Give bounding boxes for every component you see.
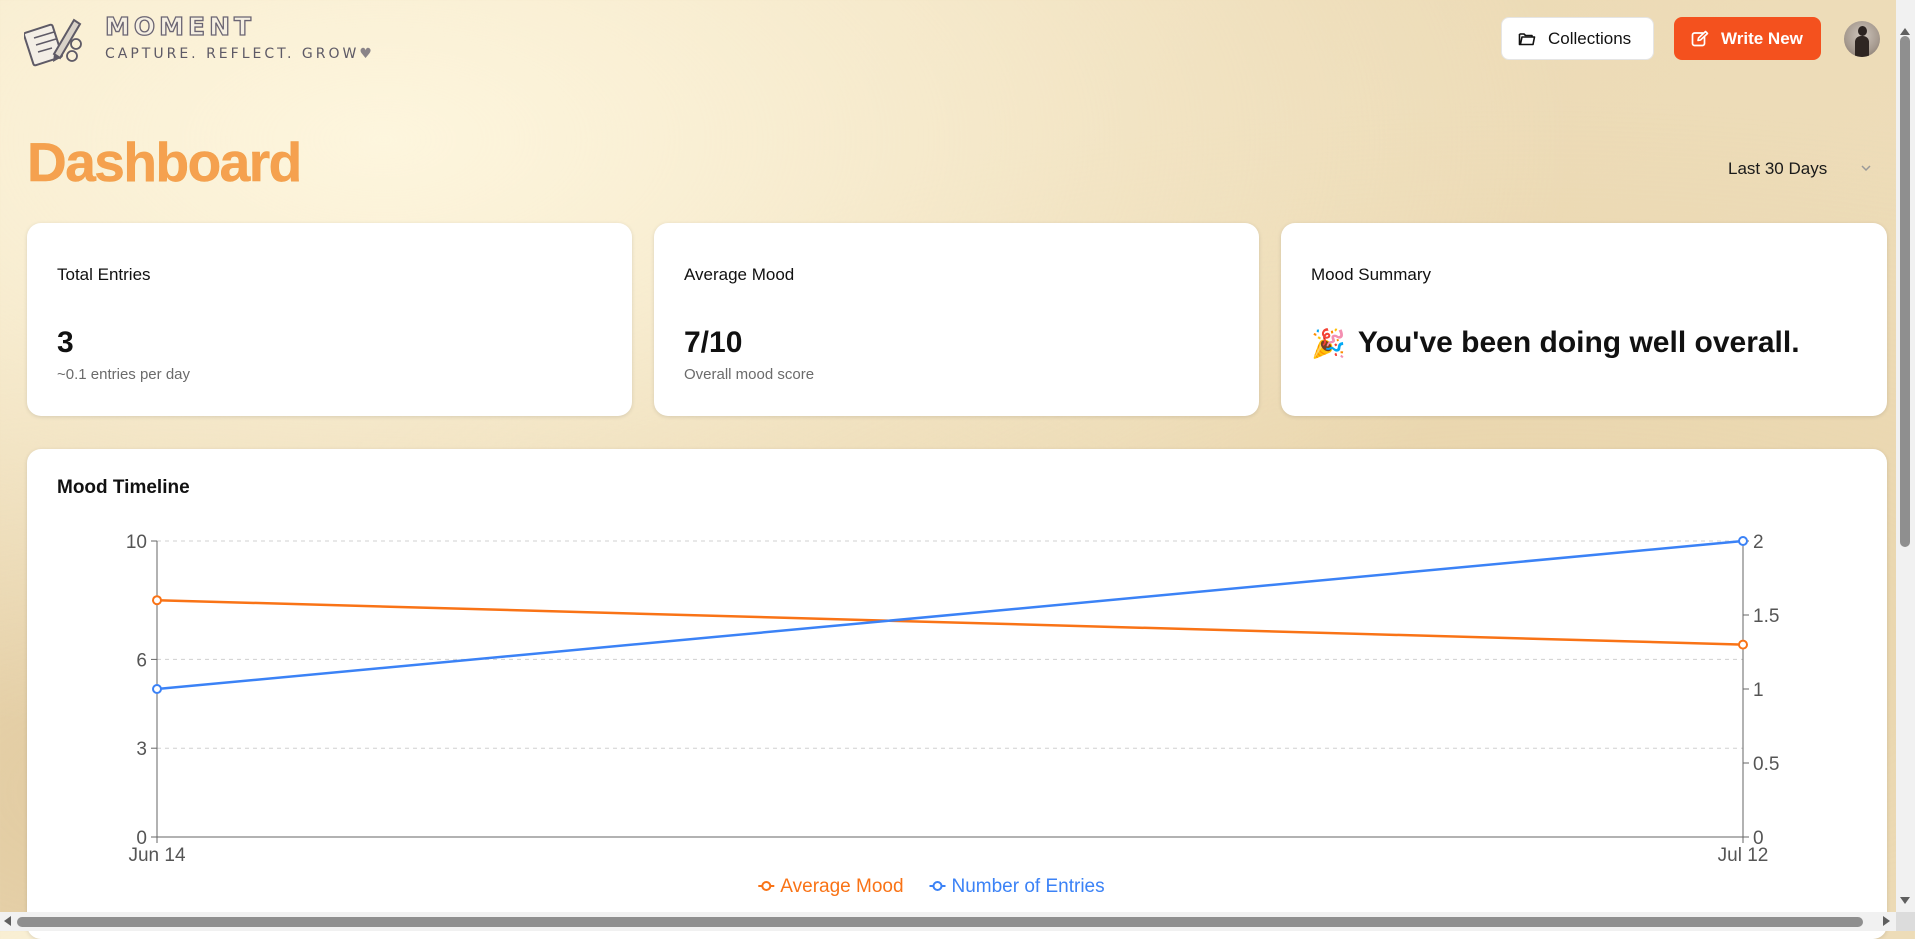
left-tick-label: 6	[136, 650, 147, 671]
collections-button[interactable]: Collections	[1501, 17, 1654, 60]
right-tick-label: 0.5	[1753, 754, 1779, 775]
legend-swatch-point	[932, 881, 943, 891]
mood-timeline-card: Mood Timeline 0 3 6 10 0 0.5 1 1.5 2 Jun 14 Jul 12…	[27, 449, 1887, 939]
scroll-down-arrow-icon[interactable]	[1900, 897, 1910, 904]
series-line	[156, 539, 1744, 691]
average-mood-card: Average Mood 7/10 Overall mood score	[654, 223, 1259, 416]
average-mood-label: Average Mood	[684, 265, 795, 284]
legend-swatch-point	[761, 881, 772, 891]
scroll-right-arrow-icon[interactable]	[1883, 916, 1890, 926]
horizontal-scrollbar[interactable]	[0, 912, 1896, 931]
total-entries-label: Total Entries	[57, 265, 151, 284]
edit-icon	[1691, 30, 1709, 46]
data-point	[152, 684, 162, 694]
data-point	[1738, 536, 1748, 546]
party-popper-icon: 🎉	[1311, 327, 1346, 359]
left-tick-label: 10	[126, 532, 147, 553]
mood-summary-message: You've been doing well overall.	[1357, 326, 1800, 359]
write-new-label: Write New	[1721, 28, 1803, 48]
scroll-left-arrow-icon[interactable]	[4, 916, 11, 926]
data-point	[152, 595, 162, 606]
average-mood-sub: Overall mood score	[684, 366, 815, 383]
collections-label: Collections	[1548, 28, 1632, 48]
total-entries-sub: ~0.1 entries per day	[57, 366, 191, 383]
brand-name: MOMENT	[104, 11, 256, 41]
legend-label: Number of Entries	[952, 876, 1105, 897]
right-tick-label: 1	[1753, 680, 1764, 701]
right-tick-label: 2	[1753, 532, 1764, 553]
notebook-pencil-logo[interactable]	[24, 14, 90, 68]
date-range-select[interactable]: Last 30 Days	[1716, 150, 1886, 188]
vertical-scrollbar[interactable]	[1896, 0, 1915, 931]
series-line	[156, 598, 1744, 646]
total-entries-card: Total Entries 3 ~0.1 entries per day	[27, 223, 632, 416]
app-header: MOMENT CAPTURE. REFLECT. GROW♥ Collectio…	[0, 0, 1890, 80]
date-range-value: Last 30 Days	[1728, 159, 1828, 178]
horizontal-scroll-thumb[interactable]	[17, 917, 1863, 927]
user-avatar[interactable]	[1844, 21, 1880, 57]
x-tick-label: Jun 14	[128, 845, 185, 866]
legend-label: Average Mood	[780, 876, 903, 897]
right-tick-label: 1.5	[1753, 606, 1779, 627]
mood-summary-label: Mood Summary	[1311, 265, 1431, 284]
chevron-down-icon	[1861, 165, 1871, 172]
heart-icon: ♥	[359, 46, 375, 62]
avatar-figure-body	[1855, 36, 1869, 57]
scroll-up-arrow-icon[interactable]	[1900, 28, 1910, 35]
brand-tagline: CAPTURE. REFLECT. GROW♥	[105, 46, 375, 62]
mood-summary-card: Mood Summary 🎉 You've been doing well ov…	[1281, 223, 1887, 416]
mood-timeline-chart: 0361000.511.52Jun 14 Jul 12Average Mood Nu…	[126, 532, 1780, 897]
avatar-figure-head	[1858, 26, 1867, 36]
folder-icon	[1518, 32, 1536, 45]
tagline-text: CAPTURE. REFLECT. GROW	[105, 46, 360, 62]
data-point	[1738, 639, 1748, 650]
write-new-button[interactable]: Write New	[1674, 17, 1821, 60]
left-tick-label: 3	[136, 739, 147, 760]
vertical-scroll-thumb[interactable]	[1900, 36, 1910, 547]
scrollbar-corner	[1896, 912, 1915, 931]
mood-summary-text: 🎉 You've been doing well overall.	[1311, 326, 1800, 360]
average-mood-value: 7/10	[684, 326, 743, 359]
x-tick-label: Jul 12	[1718, 845, 1769, 866]
total-entries-value: 3	[57, 326, 74, 359]
page-title: Dashboard	[27, 131, 303, 194]
